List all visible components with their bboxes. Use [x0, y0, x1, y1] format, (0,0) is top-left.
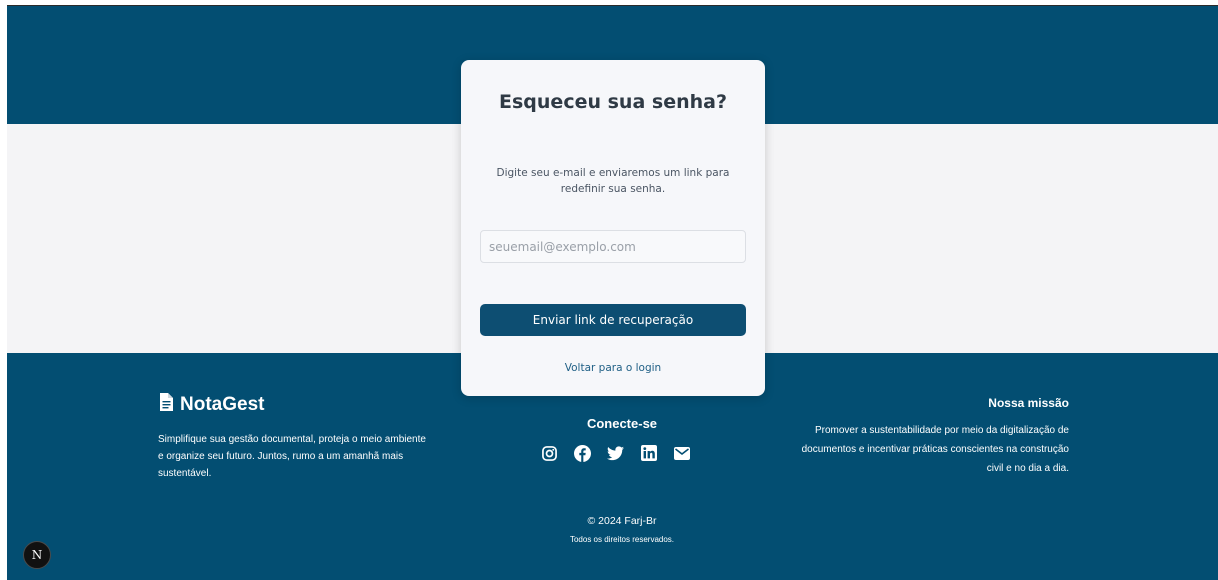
connect-title: Conecte-se	[586, 416, 658, 431]
facebook-link[interactable]	[566, 442, 599, 464]
brand-description: Simplifique sua gestão documental, prote…	[158, 434, 426, 479]
instagram-icon	[542, 445, 557, 461]
n-badge-label: N	[31, 548, 43, 562]
back-to-login-link[interactable]: Voltar para o login	[461, 362, 765, 374]
page-title: Esqueceu sua senha?	[499, 91, 727, 113]
footer-brand: NotaGest	[158, 393, 264, 416]
instagram-link[interactable]	[533, 442, 566, 464]
linkedin-link[interactable]	[632, 442, 665, 464]
mail-icon	[673, 446, 690, 460]
social-links	[533, 442, 698, 464]
next-dev-badge[interactable]: N	[23, 541, 51, 569]
card-description: Digite seu e-mail e enviaremos um link p…	[496, 167, 730, 195]
linkedin-icon	[640, 445, 657, 461]
facebook-icon	[574, 444, 591, 462]
send-recovery-link-label: Enviar link de recuperação	[532, 313, 694, 327]
forgot-password-card: Esqueceu sua senha? Digite seu e-mail e …	[461, 60, 765, 396]
mission-title: Nossa missão	[988, 396, 1069, 410]
document-icon	[158, 393, 174, 416]
copyright-text: © 2024 Farj-Br	[587, 515, 657, 527]
twitter-link[interactable]	[599, 442, 632, 464]
rights-text: Todos os direitos reservados.	[569, 535, 675, 544]
send-recovery-link-button[interactable]: Enviar link de recuperação	[480, 304, 746, 336]
brand-name: NotaGest	[180, 393, 265, 415]
email-link[interactable]	[665, 442, 698, 464]
twitter-icon	[607, 445, 624, 460]
email-input[interactable]	[480, 230, 746, 263]
mission-text: Promover a sustentabilidade por meio da …	[801, 425, 1069, 474]
